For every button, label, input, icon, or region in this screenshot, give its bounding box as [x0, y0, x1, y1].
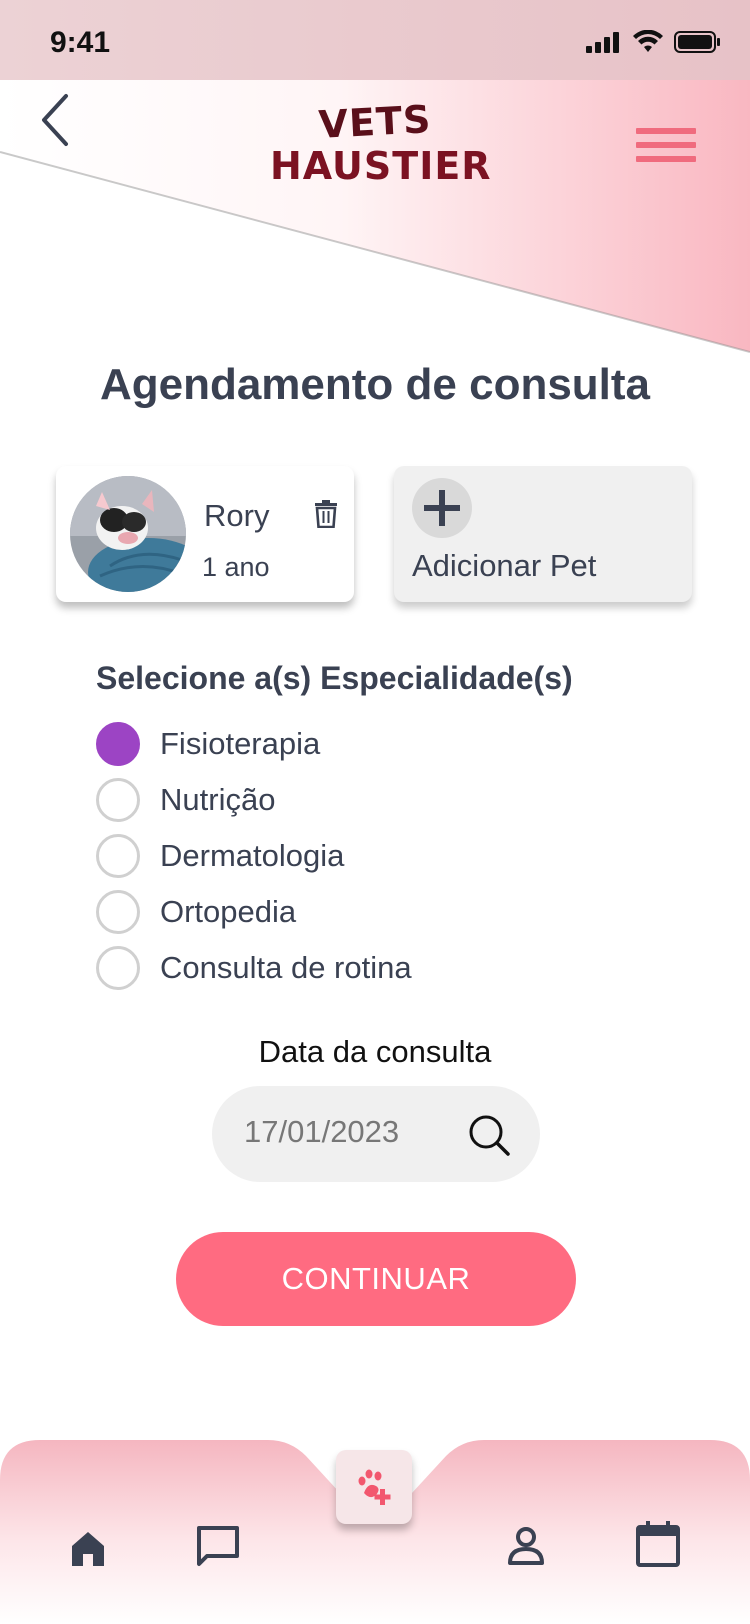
- radio-button[interactable]: [96, 946, 140, 990]
- home-icon: [72, 1532, 104, 1566]
- chat-icon: [197, 1526, 239, 1566]
- radio-button[interactable]: [96, 834, 140, 878]
- radio-button[interactable]: [96, 778, 140, 822]
- calendar-icon: [636, 1521, 680, 1567]
- hamburger-icon-bar: [636, 142, 696, 148]
- pet-age: 1 ano: [202, 552, 270, 582]
- wifi-icon: [633, 30, 663, 52]
- status-bar: 9:41: [0, 0, 750, 80]
- logo-line-1: VETS: [317, 97, 433, 147]
- date-input[interactable]: [244, 1114, 454, 1150]
- add-pet-button[interactable]: Adicionar Pet: [394, 466, 692, 602]
- date-field[interactable]: [212, 1086, 540, 1182]
- status-icons: [586, 30, 722, 54]
- radio-button[interactable]: [96, 722, 140, 766]
- date-search-button[interactable]: [466, 1112, 512, 1158]
- app-logo: VETS HAUSTIER: [270, 97, 492, 188]
- pet-card[interactable]: Rory 1 ano: [56, 466, 354, 602]
- specialty-option-fisioterapia[interactable]: Fisioterapia: [96, 716, 412, 772]
- specialty-option-ortopedia[interactable]: Ortopedia: [96, 884, 412, 940]
- plus-icon: [424, 490, 460, 526]
- add-pet-circle: [412, 478, 472, 538]
- page-title: Agendamento de consulta: [99, 360, 651, 409]
- date-label: Data da consulta: [258, 1034, 492, 1069]
- add-pet-label: Adicionar Pet: [412, 548, 597, 583]
- specialty-label: Dermatologia: [160, 838, 345, 873]
- specialty-label: Consulta de rotina: [160, 950, 412, 985]
- hamburger-icon-bar: [636, 128, 696, 134]
- battery-icon: [674, 31, 720, 53]
- nav-home[interactable]: [58, 1518, 118, 1578]
- paw-plus-icon: [358, 1469, 391, 1505]
- trash-icon: [315, 500, 337, 529]
- nav-profile[interactable]: [496, 1516, 556, 1576]
- hamburger-icon-bar: [636, 156, 696, 162]
- nav-chat[interactable]: [188, 1516, 248, 1576]
- specialties-list: Fisioterapia Nutrição Dermatologia Ortop…: [96, 716, 412, 996]
- pet-name: Rory: [204, 498, 270, 533]
- specialty-option-dermatologia[interactable]: Dermatologia: [96, 828, 412, 884]
- nav-calendar[interactable]: [628, 1514, 688, 1574]
- chevron-left-icon: [42, 94, 68, 146]
- search-icon: [469, 1115, 510, 1156]
- profile-icon: [508, 1527, 544, 1565]
- back-button[interactable]: [36, 90, 86, 150]
- specialties-heading: Selecione a(s) Especialidade(s): [96, 660, 573, 696]
- delete-pet-button[interactable]: [314, 500, 338, 529]
- add-appointment-button[interactable]: [336, 1450, 412, 1524]
- specialty-label: Ortopedia: [160, 894, 297, 929]
- menu-button[interactable]: [636, 128, 696, 168]
- specialty-option-consulta-de-rotina[interactable]: Consulta de rotina: [96, 940, 412, 996]
- logo-line-2: HAUSTIER: [270, 144, 492, 188]
- specialty-option-nutricao[interactable]: Nutrição: [96, 772, 412, 828]
- pet-avatar: [70, 476, 186, 592]
- radio-button[interactable]: [96, 890, 140, 934]
- status-time: 9:41: [50, 26, 111, 59]
- signal-icon: [586, 32, 619, 53]
- continue-button[interactable]: CONTINUAR: [176, 1232, 576, 1326]
- specialty-label: Fisioterapia: [160, 726, 321, 761]
- specialty-label: Nutrição: [160, 782, 276, 817]
